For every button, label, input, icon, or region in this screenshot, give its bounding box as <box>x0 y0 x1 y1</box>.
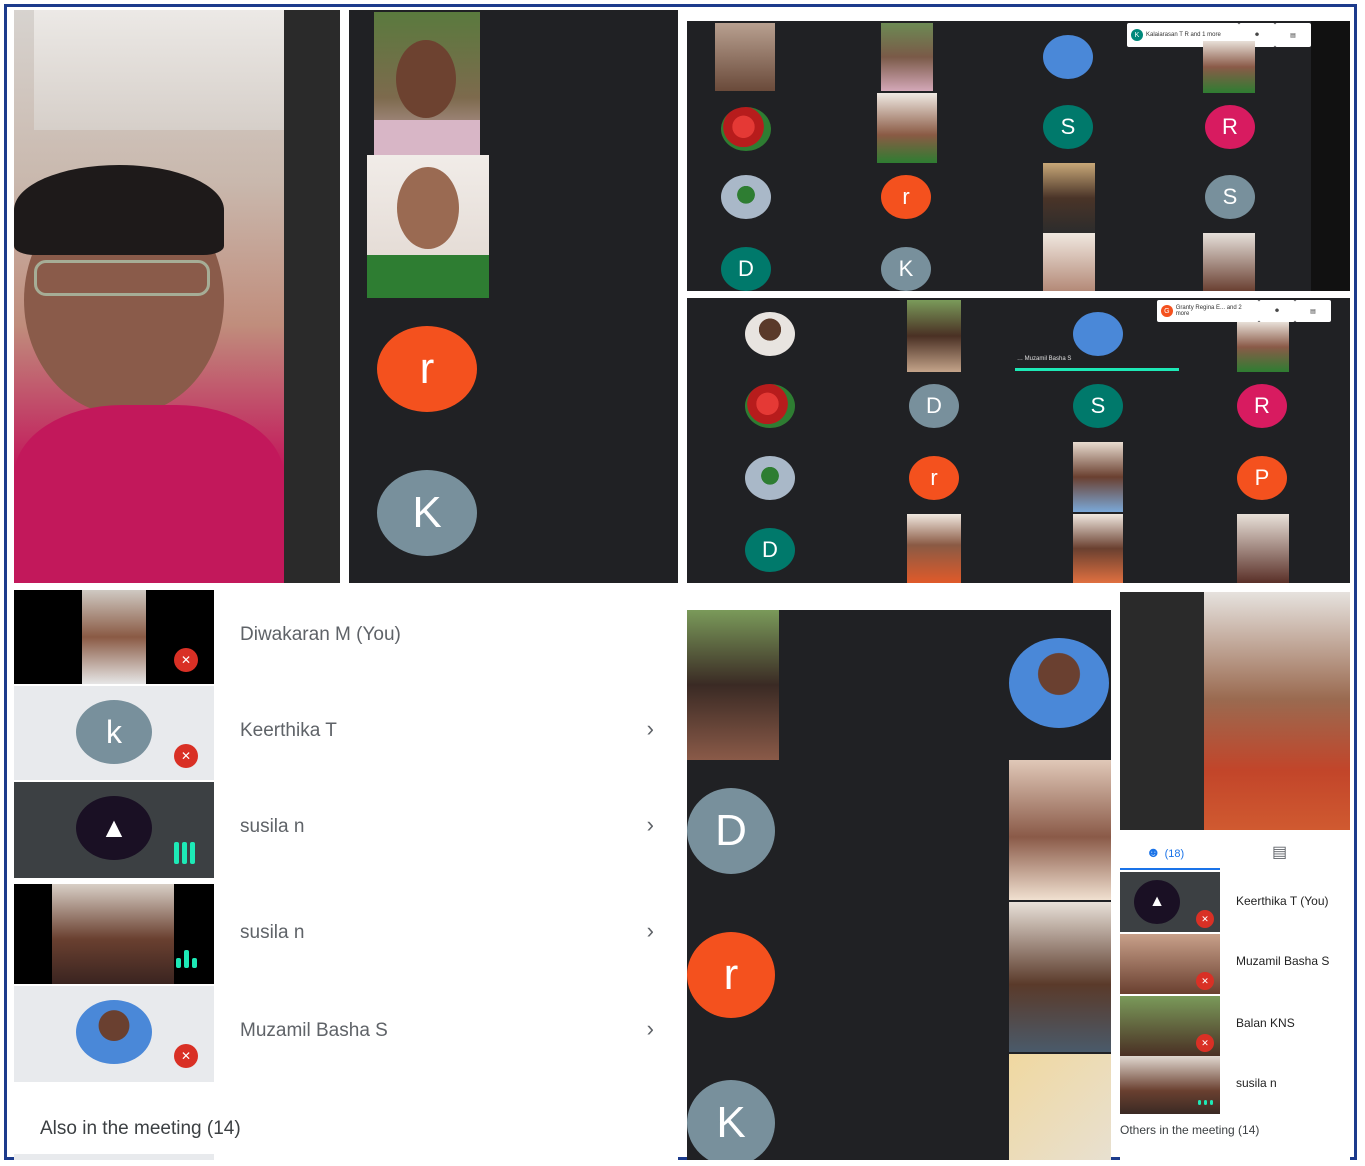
participant-avatar-p: P <box>1237 456 1287 500</box>
participant-avatar-d: D <box>721 247 771 291</box>
audio-level-icon <box>174 842 195 864</box>
bottom-middle-panel: D r K <box>687 610 1111 1160</box>
participant-name: Diwakaran M (You) <box>240 624 401 645</box>
participant-avatar-k-small: K <box>881 247 931 291</box>
participant-row[interactable]: ▲ susila n › <box>14 782 678 878</box>
participant-avatar-k-list: k <box>76 700 152 764</box>
participant-avatar-d-grey: D <box>909 384 959 428</box>
participant-name: Muzamil Basha S <box>240 1020 388 1041</box>
participants-list: ✕ Diwakaran M (You) k ✕ Keerthika T › ▲ … <box>14 590 678 1160</box>
participant-avatar-r-large: r <box>687 932 775 1018</box>
video-tile-woman-green <box>367 155 489 298</box>
participant-avatar-k-large: K <box>687 1080 775 1160</box>
side-participants-panel: ☻ (18) ▤ ▲ ✕ Keerthika T (You) ✕ Muzamil… <box>1120 592 1350 1160</box>
chevron-right-icon[interactable]: › <box>647 918 654 944</box>
participant-row[interactable]: susila n › <box>14 884 678 984</box>
pin-icon: ▲ <box>1134 880 1180 924</box>
mic-off-icon: ✕ <box>1196 910 1214 928</box>
participant-row[interactable]: ✕ Diwakaran M (You) <box>14 590 678 684</box>
chevron-right-icon[interactable]: › <box>647 716 654 742</box>
participant-avatar-r: r <box>377 326 477 412</box>
participant-name: Keerthika T (You) <box>1236 894 1329 908</box>
participant-name: Balan KNS <box>1236 1016 1295 1030</box>
participant-name: Muzamil Basha S <box>1236 954 1330 968</box>
participant-avatar-k: K <box>377 470 477 556</box>
people-icon[interactable]: ☻ (18) <box>1146 844 1184 860</box>
people-icon[interactable]: ☻ <box>1259 300 1295 322</box>
participant-avatar-r-upper: R <box>1205 105 1255 149</box>
mic-off-icon: ✕ <box>1196 1034 1214 1052</box>
participant-avatar-s-grey: S <box>1205 175 1255 219</box>
meeting-grid-bottom: G Granty Regina E... and 2 more ☻ ▤ … Mu… <box>687 298 1350 583</box>
chat-icon[interactable]: ▤ <box>1275 23 1311 47</box>
audio-level-icon <box>176 950 197 968</box>
mic-off-icon: ✕ <box>174 648 198 672</box>
participant-avatar-r-lower: r <box>881 175 931 219</box>
mic-off-icon: ✕ <box>174 1044 198 1068</box>
participant-avatar-s: S <box>1043 105 1093 149</box>
chevron-right-icon[interactable]: › <box>647 812 654 838</box>
mic-off-icon: ✕ <box>1196 972 1214 990</box>
pin-icon: ▲ <box>76 796 152 860</box>
participant-name: susila n <box>240 816 305 837</box>
audio-level-icon <box>1198 1100 1213 1105</box>
participant-name: Keerthika T <box>240 720 337 741</box>
participant-avatar-r-pink: R <box>1237 384 1287 428</box>
video-tile-man-beard <box>374 12 480 155</box>
mic-off-icon: ✕ <box>174 744 198 768</box>
video-tile-woman-pink <box>14 10 340 583</box>
meeting-grid-top: K Kalaiarasan T R and 1 more ☻ ▤ S R r S… <box>687 21 1350 291</box>
participant-name: susila n <box>1236 1076 1277 1090</box>
participant-name: susila n <box>240 922 305 943</box>
participant-row[interactable]: ✕ Muzamil Basha S › <box>14 986 678 1082</box>
speaker-label: … Muzamil Basha S <box>1017 356 1072 362</box>
participant-avatar-s-teal: S <box>1073 384 1123 428</box>
also-in-meeting-heading: Also in the meeting (14) <box>40 1118 241 1139</box>
top-middle-panel: r K <box>349 10 678 583</box>
others-in-meeting-heading: Others in the meeting (14) <box>1120 1123 1260 1137</box>
speaker-tag: G Granty Regina E... and 2 more <box>1157 300 1259 322</box>
participant-avatar-r-orange: r <box>909 456 959 500</box>
chat-icon[interactable]: ▤ <box>1295 300 1331 322</box>
chat-icon[interactable]: ▤ <box>1272 842 1287 862</box>
participant-avatar-d-teal: D <box>745 528 795 572</box>
participant-row[interactable]: k ✕ Keerthika T › <box>14 686 678 780</box>
participant-avatar-d-large: D <box>687 788 775 874</box>
chevron-right-icon[interactable]: › <box>647 1016 654 1042</box>
